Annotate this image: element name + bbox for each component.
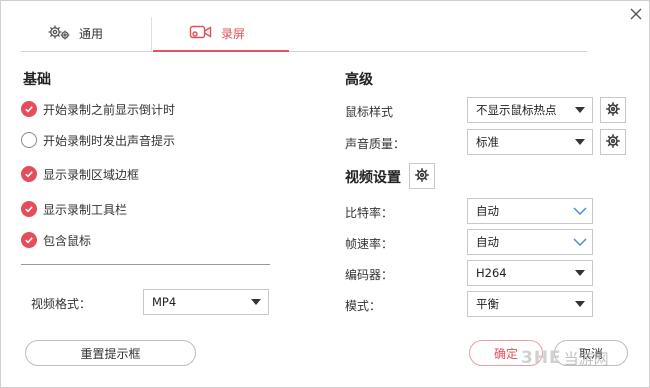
bitrate-select[interactable]: 自动 [467,198,593,224]
video-camera-icon [189,23,213,44]
tab-separator [151,17,152,51]
tab-active-indicator [153,50,289,52]
checkmark-icon [21,232,37,248]
checkmark-icon [21,201,37,217]
bitrate-value: 自动 [476,204,499,218]
option-show-toolbar[interactable]: 显示录制工具栏 [21,199,127,219]
video-format-value: MP4 [152,295,177,309]
option-label: 显示录制工具栏 [43,202,128,217]
framerate-label: 帧速率： [345,237,394,251]
gear-icon [605,133,621,152]
advanced-section-title: 高级 [345,72,373,88]
bitrate-label: 比特率： [345,206,394,220]
watermark-brand: 3HE [521,348,562,368]
video-settings-title: 视频设置 [345,170,401,186]
close-icon[interactable] [628,6,644,22]
mouse-style-label: 鼠标样式 [345,105,394,119]
checkmark-icon [21,101,37,117]
watermark-site: 当游网 [563,349,609,368]
option-show-border[interactable]: 显示录制区域边框 [21,164,139,184]
tab-record-label: 录屏 [221,26,246,41]
mode-value: 平衡 [476,297,499,311]
mouse-style-settings-button[interactable] [600,97,626,123]
framerate-select[interactable]: 自动 [467,229,593,255]
option-countdown[interactable]: 开始录制之前显示倒计时 [21,99,175,119]
audio-quality-select[interactable]: 标准 [467,129,593,155]
gears-icon [47,23,71,44]
chevron-down-icon [568,199,592,223]
encoder-value: H264 [476,266,507,280]
mode-select[interactable]: 平衡 [467,291,593,317]
caret-down-icon [244,290,268,314]
audio-quality-label: 声音质量： [345,137,406,151]
option-sound-prompt[interactable]: 开始录制时发出声音提示 [21,130,175,150]
video-format-label: 视频格式： [31,297,92,311]
option-label: 开始录制时发出声音提示 [43,133,176,148]
section-divider [21,264,270,265]
caret-down-icon [568,261,592,285]
watermark-logo: 3HE 当游网 [521,341,647,375]
unchecked-circle-icon [21,132,37,148]
gear-icon [605,101,621,120]
settings-dialog: 通用 录屏 基础 开始录制之前显示倒计时 开始录制时发出声音提示 显示录制区域边… [0,0,650,388]
caret-down-icon [568,292,592,316]
tab-general[interactable]: 通用 [47,19,103,47]
caret-down-icon [568,130,592,154]
option-label: 包含鼠标 [43,233,92,248]
chevron-down-icon [568,230,592,254]
option-include-mouse[interactable]: 包含鼠标 [21,230,91,250]
framerate-value: 自动 [476,235,499,249]
caret-down-icon [568,98,592,122]
encoder-select[interactable]: H264 [467,260,593,286]
video-format-select[interactable]: MP4 [143,289,269,315]
basic-section-title: 基础 [23,72,51,88]
gear-icon [414,167,430,186]
encoder-label: 编码器： [345,268,394,282]
tab-general-label: 通用 [79,26,104,41]
checkmark-icon [21,166,37,182]
mouse-style-value: 不显示鼠标热点 [476,103,557,117]
mouse-style-select[interactable]: 不显示鼠标热点 [467,97,593,123]
video-settings-button[interactable] [409,163,435,189]
option-label: 开始录制之前显示倒计时 [43,102,176,117]
tab-record[interactable]: 录屏 [189,19,245,47]
mode-label: 模式： [345,299,382,313]
option-label: 显示录制区域边框 [43,167,140,182]
audio-quality-value: 标准 [476,135,499,149]
reset-prompts-button[interactable]: 重置提示框 [25,340,196,366]
audio-quality-settings-button[interactable] [600,129,626,155]
tabs-divider [21,51,587,52]
